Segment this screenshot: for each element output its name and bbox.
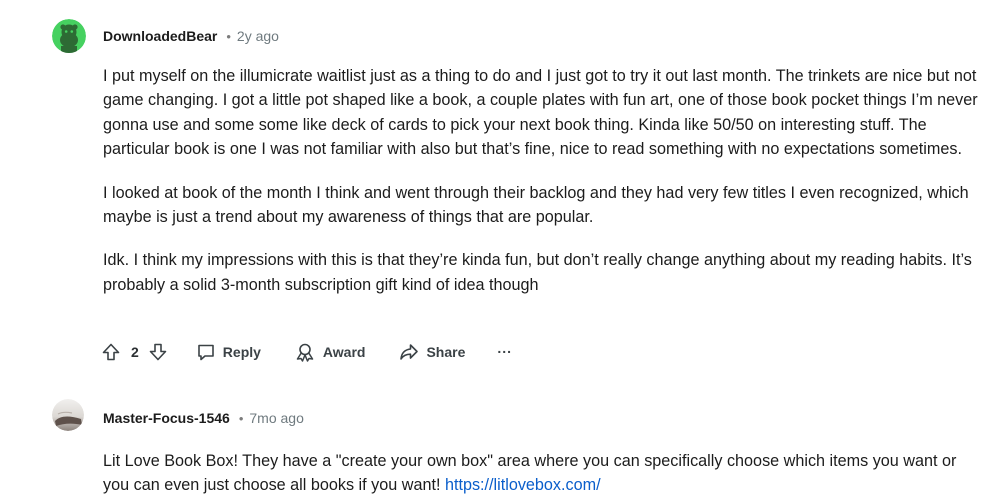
comment-paragraph: Lit Love Book Box! They have a "create y… bbox=[103, 449, 978, 498]
comment-meta: Master-Focus-1546 • 7mo ago bbox=[103, 408, 304, 428]
reply-label: Reply bbox=[222, 344, 261, 360]
reply-button[interactable]: Reply bbox=[196, 339, 261, 365]
external-link[interactable]: https://litlovebox.com/ bbox=[445, 476, 601, 494]
comment-body: I put myself on the illumicrate waitlist… bbox=[103, 64, 978, 297]
share-icon bbox=[399, 342, 419, 362]
comment-icon bbox=[196, 342, 216, 362]
timestamp[interactable]: 7mo ago bbox=[249, 410, 303, 426]
vote-group: 2 bbox=[101, 339, 168, 365]
share-label: Share bbox=[426, 344, 466, 360]
snoo-avatar-icon bbox=[52, 19, 86, 53]
username[interactable]: DownloadedBear bbox=[103, 28, 217, 44]
comment-paragraph: Idk. I think my impressions with this is… bbox=[103, 251, 972, 294]
comment-meta: DownloadedBear • 2y ago bbox=[103, 26, 279, 46]
meta-separator: • bbox=[226, 28, 231, 44]
avatar[interactable] bbox=[52, 399, 84, 431]
more-icon: ... bbox=[497, 340, 513, 356]
comment-body: Lit Love Book Box! They have a "create y… bbox=[103, 449, 978, 498]
timestamp[interactable]: 2y ago bbox=[237, 28, 279, 44]
photo-avatar-icon bbox=[52, 399, 84, 431]
username[interactable]: Master-Focus-1546 bbox=[103, 410, 230, 426]
downvote-icon[interactable] bbox=[148, 342, 168, 362]
avatar[interactable] bbox=[52, 19, 86, 53]
award-icon bbox=[294, 342, 316, 362]
meta-separator: • bbox=[238, 410, 244, 426]
upvote-icon[interactable] bbox=[101, 342, 121, 362]
comment-actions: 2 Reply Award Share ... bbox=[101, 339, 512, 365]
comment-paragraph: I looked at book of the month I think an… bbox=[103, 183, 969, 227]
more-options-button[interactable]: ... bbox=[497, 335, 512, 361]
award-button[interactable]: Award bbox=[294, 339, 366, 365]
award-label: Award bbox=[322, 344, 366, 360]
comment-paragraph: I put myself on the illumicrate waitlist… bbox=[103, 67, 978, 159]
vote-score: 2 bbox=[131, 344, 139, 360]
share-button[interactable]: Share bbox=[399, 339, 465, 365]
